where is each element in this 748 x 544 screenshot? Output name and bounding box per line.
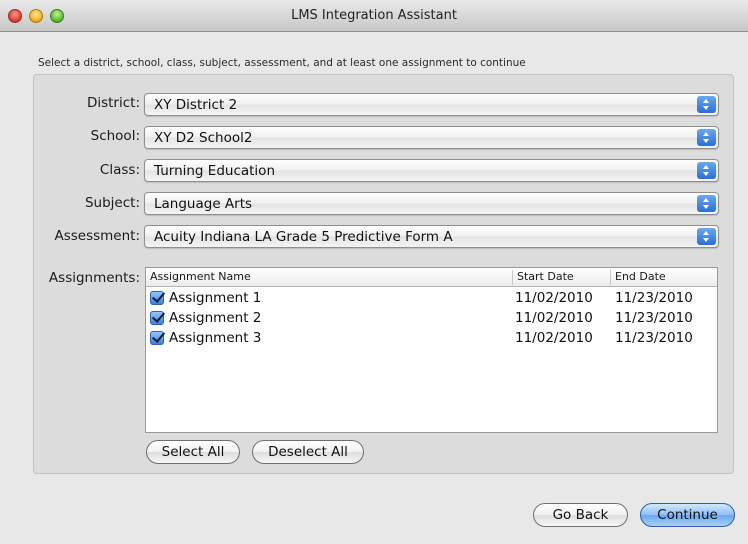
table-row[interactable]: Assignment 3 11/02/2010 11/23/2010 (146, 328, 717, 348)
assignment-end-date: 11/23/2010 (615, 290, 693, 306)
district-value: XY District 2 (154, 97, 238, 113)
column-divider (610, 270, 611, 285)
go-back-button[interactable]: Go Back (533, 503, 628, 527)
popup-arrows-icon (697, 162, 716, 179)
title-bar[interactable]: LMS Integration Assistant (0, 0, 748, 32)
assignment-start-date: 11/02/2010 (515, 310, 593, 326)
assignment-start-date: 11/02/2010 (515, 290, 593, 306)
assignment-end-date: 11/23/2010 (615, 310, 693, 326)
subject-popup[interactable]: Language Arts (144, 192, 719, 215)
column-header-assignment-name[interactable]: Assignment Name (150, 270, 251, 283)
table-row[interactable]: Assignment 2 11/02/2010 11/23/2010 (146, 308, 717, 328)
school-value: XY D2 School2 (154, 130, 253, 146)
assignments-label: Assignments: (48, 270, 140, 286)
class-value: Turning Education (154, 163, 275, 179)
assignment-name: Assignment 1 (169, 290, 262, 306)
column-header-end-date[interactable]: End Date (615, 270, 666, 283)
popup-arrows-icon (697, 195, 716, 212)
deselect-all-button[interactable]: Deselect All (252, 440, 364, 464)
district-label: District: (86, 95, 140, 111)
continue-button[interactable]: Continue (640, 503, 735, 527)
school-label: School: (90, 128, 140, 144)
assignment-checkbox[interactable] (150, 291, 164, 305)
popup-arrows-icon (697, 228, 716, 245)
assignments-table[interactable]: Assignment Name Start Date End Date Assi… (145, 267, 718, 433)
district-popup[interactable]: XY District 2 (144, 93, 719, 116)
assessment-value: Acuity Indiana LA Grade 5 Predictive For… (154, 229, 453, 245)
popup-arrows-icon (697, 129, 716, 146)
subject-label: Subject: (84, 195, 140, 211)
assessment-label: Assessment: (54, 228, 140, 244)
subject-value: Language Arts (154, 196, 253, 212)
column-divider (512, 270, 513, 285)
app-window: LMS Integration Assistant Select a distr… (0, 0, 748, 544)
assignment-name: Assignment 2 (169, 310, 262, 326)
assignment-name: Assignment 3 (169, 330, 262, 346)
popup-arrows-icon (697, 96, 716, 113)
class-label: Class: (99, 162, 140, 178)
window-title: LMS Integration Assistant (291, 8, 457, 23)
table-row[interactable]: Assignment 1 11/02/2010 11/23/2010 (146, 288, 717, 308)
assignment-end-date: 11/23/2010 (615, 330, 693, 346)
class-popup[interactable]: Turning Education (144, 159, 719, 182)
assignment-checkbox[interactable] (150, 331, 164, 345)
assignment-start-date: 11/02/2010 (515, 330, 593, 346)
instruction-text: Select a district, school, class, subjec… (38, 57, 526, 69)
school-popup[interactable]: XY D2 School2 (144, 126, 719, 149)
assignment-checkbox[interactable] (150, 311, 164, 325)
table-header: Assignment Name Start Date End Date (146, 268, 717, 287)
select-all-button[interactable]: Select All (146, 440, 240, 464)
assessment-popup[interactable]: Acuity Indiana LA Grade 5 Predictive For… (144, 225, 719, 248)
column-header-start-date[interactable]: Start Date (517, 270, 574, 283)
